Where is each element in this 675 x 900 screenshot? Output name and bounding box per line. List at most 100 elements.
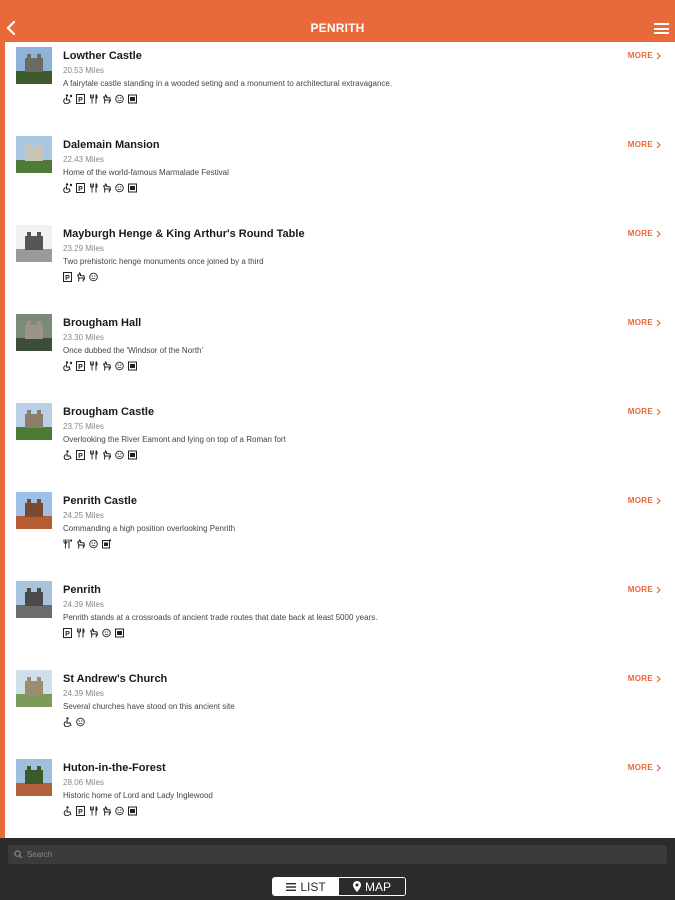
more-link[interactable]: MORE	[628, 496, 661, 505]
list-icon	[286, 882, 297, 891]
cafe-icon	[90, 182, 98, 192]
more-link[interactable]: MORE	[628, 229, 661, 238]
toilets-icon	[76, 717, 85, 726]
facility-icons: P	[63, 626, 124, 639]
cafe-icon	[77, 627, 85, 637]
dog-icon	[77, 271, 85, 282]
more-link[interactable]: MORE	[628, 140, 661, 149]
chevron-right-icon	[656, 52, 661, 59]
attraction-name[interactable]: Mayburgh Henge & King Arthur's Round Tab…	[63, 228, 305, 240]
attraction-description: Overlooking the River Eamont and lying o…	[63, 435, 286, 444]
attraction-description: Commanding a high position overlooking P…	[63, 524, 236, 533]
svg-text:P: P	[78, 97, 83, 104]
more-link[interactable]: MORE	[628, 51, 661, 60]
list-view-label: LIST	[300, 879, 326, 894]
more-label: MORE	[627, 229, 653, 238]
list-view-button[interactable]: LIST	[273, 878, 339, 895]
attraction-thumbnail	[16, 136, 52, 173]
shop-icon	[115, 628, 124, 637]
attraction-name[interactable]: Penrith Castle	[63, 495, 137, 507]
attraction-name[interactable]: Dalemain Mansion	[63, 139, 160, 151]
attraction-distance: 23.29 Miles	[63, 244, 104, 253]
cafe-icon	[90, 449, 98, 459]
facility-icons: P	[63, 359, 137, 372]
shop-icon	[128, 183, 137, 192]
more-link[interactable]: MORE	[628, 318, 661, 327]
toilets-icon	[115, 94, 124, 103]
attraction-distance: 24.39 Miles	[63, 600, 104, 609]
top-navigation-bar: PENRITH	[0, 0, 675, 42]
facility-icons: P	[63, 181, 137, 194]
attraction-distance: 24.39 Miles	[63, 689, 104, 698]
svg-text:P: P	[78, 809, 83, 816]
attraction-thumbnail	[16, 225, 52, 262]
cafe-icon	[90, 93, 98, 103]
more-link[interactable]: MORE	[628, 585, 661, 594]
shop-icon	[128, 94, 137, 103]
shop-partial-icon	[102, 538, 111, 548]
svg-text:P: P	[65, 631, 70, 638]
toilets-icon	[102, 628, 111, 637]
hamburger-menu-icon[interactable]	[654, 23, 669, 34]
attraction-name[interactable]: Penrith	[63, 584, 101, 596]
page-title: PENRITH	[310, 21, 365, 35]
attraction-name[interactable]: Brougham Hall	[63, 317, 141, 329]
search-input[interactable]	[27, 845, 627, 864]
more-link[interactable]: MORE	[628, 674, 661, 683]
svg-text:P: P	[65, 275, 70, 282]
attraction-description: Home of the world-famous Marmalade Festi…	[63, 168, 229, 177]
list-item[interactable]: Brougham Hall 23.30 Miles Once dubbed the …	[5, 309, 675, 398]
svg-text:P: P	[78, 453, 83, 460]
wheelchair-icon	[63, 716, 72, 727]
attraction-name[interactable]: Huton-in-the-Forest	[63, 762, 166, 774]
facility-icons: P	[63, 804, 137, 817]
more-label: MORE	[627, 674, 653, 683]
chevron-right-icon	[656, 230, 661, 237]
more-link[interactable]: MORE	[628, 763, 661, 772]
more-label: MORE	[627, 318, 653, 327]
list-item[interactable]: Brougham Castle 23.75 Miles Overlooking th…	[5, 398, 675, 487]
facility-icons: P	[63, 448, 137, 461]
parking-icon: P	[76, 805, 85, 816]
dog-icon	[77, 538, 85, 549]
list-item[interactable]: Penrith 24.39 Miles Penrith stands at a cr…	[5, 576, 675, 665]
parking-icon: P	[63, 627, 72, 638]
attraction-thumbnail	[16, 314, 52, 351]
parking-icon: P	[76, 93, 85, 104]
chevron-right-icon	[656, 586, 661, 593]
list-item[interactable]: Dalemain Mansion 22.43 Miles Home of the w…	[5, 131, 675, 220]
toilets-icon	[89, 272, 98, 281]
attraction-distance: 24.25 Miles	[63, 511, 104, 520]
list-item[interactable]: Mayburgh Henge & King Arthur's Round Tab…	[5, 220, 675, 309]
attraction-name[interactable]: St Andrew's Church	[63, 673, 167, 685]
attraction-name[interactable]: Lowther Castle	[63, 50, 142, 62]
list-item[interactable]: Lowther Castle 20.53 Miles A fairytale cas…	[5, 42, 675, 131]
map-view-button[interactable]: MAP	[339, 878, 405, 895]
more-link[interactable]: MORE	[628, 407, 661, 416]
chevron-right-icon	[656, 764, 661, 771]
attraction-list: Lowther Castle 20.53 Miles A fairytale cas…	[5, 42, 675, 838]
view-toggle: LIST MAP	[272, 877, 406, 896]
attraction-thumbnail	[16, 670, 52, 707]
chevron-right-icon	[656, 141, 661, 148]
more-label: MORE	[627, 496, 653, 505]
attraction-distance: 23.30 Miles	[63, 333, 104, 342]
dog-icon	[103, 449, 111, 460]
attraction-distance: 22.43 Miles	[63, 155, 104, 164]
dog-icon	[90, 627, 98, 638]
toilets-icon	[115, 450, 124, 459]
facility-icons	[63, 715, 85, 728]
search-box[interactable]	[8, 845, 667, 864]
parking-icon: P	[76, 449, 85, 460]
attraction-name[interactable]: Brougham Castle	[63, 406, 154, 418]
chevron-right-icon	[656, 408, 661, 415]
list-item[interactable]: Penrith Castle 24.25 Miles Commanding a hi…	[5, 487, 675, 576]
toilets-icon	[115, 806, 124, 815]
more-label: MORE	[627, 51, 653, 60]
svg-text:P: P	[78, 186, 83, 193]
svg-text:P: P	[78, 364, 83, 371]
list-item[interactable]: Huton-in-the-Forest 28.06 Miles Historic h…	[5, 754, 675, 838]
parking-icon: P	[63, 271, 72, 282]
list-item[interactable]: St Andrew's Church 24.39 Miles Several chu…	[5, 665, 675, 754]
facility-icons: P	[63, 270, 98, 283]
